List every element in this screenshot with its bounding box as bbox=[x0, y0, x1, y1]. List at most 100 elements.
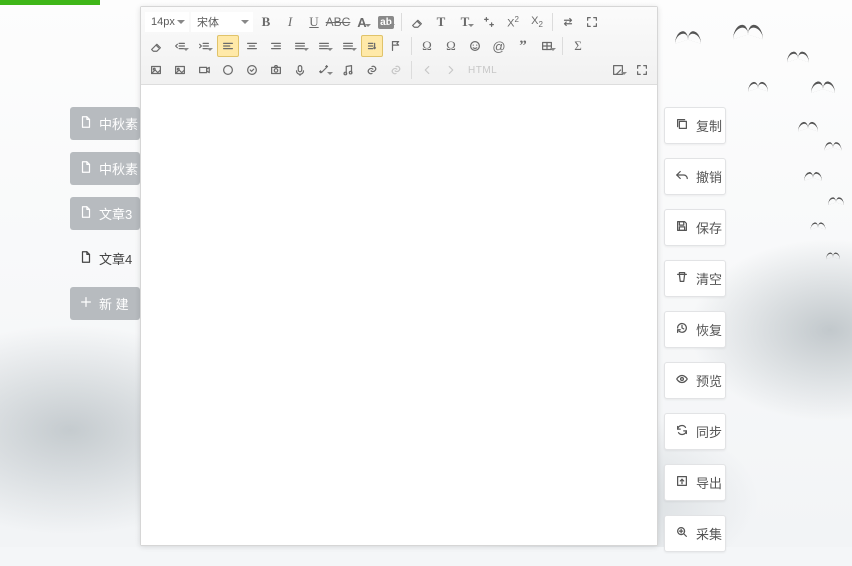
sync-icon bbox=[675, 423, 689, 440]
italic-button[interactable]: I bbox=[279, 11, 301, 33]
check-button[interactable] bbox=[241, 59, 263, 81]
preview-button[interactable]: 预览 bbox=[664, 362, 726, 399]
sync-button[interactable]: 同步 bbox=[664, 413, 726, 450]
flag-button[interactable] bbox=[385, 35, 407, 57]
action-label: 恢复 bbox=[696, 320, 722, 339]
action-label: 同步 bbox=[696, 422, 722, 441]
microphone-button[interactable] bbox=[289, 59, 311, 81]
align-center-button[interactable] bbox=[241, 35, 263, 57]
action-label: 撤销 bbox=[696, 167, 722, 186]
undo-icon bbox=[675, 168, 689, 185]
emoji-button[interactable] bbox=[464, 35, 486, 57]
swap-button[interactable] bbox=[557, 11, 579, 33]
bold-button[interactable]: B bbox=[255, 11, 277, 33]
file-icon bbox=[79, 250, 93, 267]
compress-button[interactable] bbox=[478, 11, 500, 33]
font-size-select[interactable]: 14px bbox=[145, 12, 189, 32]
text-size-menu[interactable]: T bbox=[454, 11, 476, 33]
new-document-button[interactable]: 新 建 bbox=[70, 287, 140, 320]
align-right-button[interactable] bbox=[265, 35, 287, 57]
font-family-select[interactable]: 宋体 bbox=[191, 12, 253, 32]
collect-button[interactable]: 采集 bbox=[664, 515, 726, 552]
highlight-button[interactable]: ab bbox=[375, 11, 397, 33]
export-button[interactable]: 导出 bbox=[664, 464, 726, 501]
mention-button[interactable]: @ bbox=[488, 35, 510, 57]
video-button[interactable] bbox=[193, 59, 215, 81]
toolbar-separator bbox=[411, 61, 412, 79]
action-panel: 复制撤销保存清空恢复预览同步导出采集 bbox=[664, 107, 726, 566]
blockquote-button[interactable]: ” bbox=[512, 35, 534, 57]
form-button[interactable] bbox=[607, 59, 629, 81]
camera-button[interactable] bbox=[265, 59, 287, 81]
undo-button[interactable] bbox=[416, 59, 438, 81]
line-height-button[interactable] bbox=[313, 35, 335, 57]
document-item-0[interactable]: 中秋素 bbox=[70, 107, 140, 140]
export-icon bbox=[675, 474, 689, 491]
restore-button[interactable]: 恢复 bbox=[664, 311, 726, 348]
strikethrough-button[interactable]: ABC bbox=[327, 11, 349, 33]
eye-icon bbox=[675, 372, 689, 389]
indent-button[interactable] bbox=[193, 35, 215, 57]
toolbar-separator bbox=[411, 37, 412, 55]
document-item-2[interactable]: 文章3 bbox=[70, 197, 140, 230]
document-item-3[interactable]: 文章4 bbox=[70, 242, 140, 275]
action-label: 导出 bbox=[696, 473, 722, 492]
symbol2-button[interactable]: Ω bbox=[440, 35, 462, 57]
image-button[interactable] bbox=[145, 59, 167, 81]
action-label: 保存 bbox=[696, 218, 722, 237]
editor-toolbar: 14px 宋体 BIUABCAab TT X2X2 ΩΩ @” Σ HTML bbox=[141, 7, 657, 85]
redo-button[interactable] bbox=[440, 59, 462, 81]
clear-format-button[interactable] bbox=[406, 11, 428, 33]
formula-button[interactable]: Σ bbox=[567, 35, 589, 57]
trash-icon bbox=[675, 270, 689, 287]
save-icon bbox=[675, 219, 689, 236]
subscript-button[interactable]: X2 bbox=[526, 11, 548, 33]
action-label: 复制 bbox=[696, 116, 722, 135]
toolbar-separator bbox=[562, 37, 563, 55]
toolbar-separator bbox=[401, 13, 402, 31]
image-gallery-button[interactable] bbox=[169, 59, 191, 81]
document-item-1[interactable]: 中秋素 bbox=[70, 152, 140, 185]
document-label: 中秋素 bbox=[99, 114, 138, 133]
document-label: 文章4 bbox=[99, 249, 132, 268]
underline-button[interactable]: U bbox=[303, 11, 325, 33]
align-justify-button[interactable] bbox=[289, 35, 311, 57]
action-label: 预览 bbox=[696, 371, 722, 390]
rich-text-editor: 14px 宋体 BIUABCAab TT X2X2 ΩΩ @” Σ HTML bbox=[140, 6, 658, 546]
clear-button[interactable]: 清空 bbox=[664, 260, 726, 297]
editor-canvas[interactable] bbox=[141, 85, 657, 545]
copy-button[interactable]: 复制 bbox=[664, 107, 726, 144]
shape-button[interactable] bbox=[217, 59, 239, 81]
text-direction-button[interactable] bbox=[361, 35, 383, 57]
action-label: 采集 bbox=[696, 524, 722, 543]
toolbar-separator bbox=[552, 13, 553, 31]
save-button[interactable]: 保存 bbox=[664, 209, 726, 246]
undo-button[interactable]: 撤销 bbox=[664, 158, 726, 195]
superscript-button[interactable]: X2 bbox=[502, 11, 524, 33]
plus-icon bbox=[79, 295, 93, 312]
file-icon bbox=[79, 115, 93, 132]
table-button[interactable] bbox=[536, 35, 558, 57]
font-color-button[interactable]: A bbox=[351, 11, 373, 33]
document-label: 文章3 bbox=[99, 204, 132, 223]
expand-button[interactable] bbox=[581, 11, 603, 33]
text-size-button[interactable]: T bbox=[430, 11, 452, 33]
effects-button[interactable] bbox=[313, 59, 335, 81]
audio-button[interactable] bbox=[337, 59, 359, 81]
file-icon bbox=[79, 160, 93, 177]
unlink-button[interactable] bbox=[385, 59, 407, 81]
file-icon bbox=[79, 205, 93, 222]
document-label: 中秋素 bbox=[99, 159, 138, 178]
new-button-label: 新 建 bbox=[99, 294, 129, 313]
outdent-button[interactable] bbox=[169, 35, 191, 57]
spacing-button[interactable] bbox=[337, 35, 359, 57]
symbol-button[interactable]: Ω bbox=[416, 35, 438, 57]
fullscreen-button[interactable] bbox=[631, 59, 653, 81]
align-left-button[interactable] bbox=[217, 35, 239, 57]
html-source-button[interactable]: HTML bbox=[464, 59, 501, 81]
link-button[interactable] bbox=[361, 59, 383, 81]
zoom-icon bbox=[675, 525, 689, 542]
action-label: 清空 bbox=[696, 269, 722, 288]
eraser-button[interactable] bbox=[145, 35, 167, 57]
top-accent-bar bbox=[0, 0, 100, 5]
